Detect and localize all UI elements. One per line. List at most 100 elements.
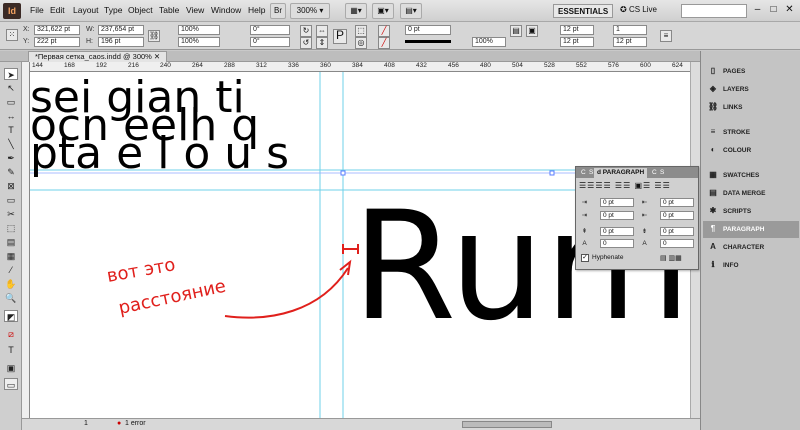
gap-tool-icon[interactable]: ↔ — [4, 110, 18, 122]
screen-mode-icon[interactable]: ▣▾ — [372, 3, 394, 19]
column-width-field[interactable]: 12 pt — [560, 25, 594, 35]
menu-table[interactable]: Table — [159, 5, 179, 15]
hand-tool-icon[interactable]: ✋ — [4, 278, 18, 290]
rectangle-tool-icon[interactable]: ▭ — [4, 194, 18, 206]
fill-swatch-icon[interactable]: ╱ — [378, 25, 390, 37]
close-icon[interactable]: ✕ — [782, 3, 797, 17]
apply-none-icon[interactable]: ⧄ — [4, 328, 18, 340]
menu-layout[interactable]: Layout — [73, 5, 99, 15]
columns-field[interactable]: 1 — [613, 25, 647, 35]
gutter-field[interactable]: 12 pt — [560, 37, 594, 47]
menu-view[interactable]: View — [186, 5, 204, 15]
menu-type[interactable]: Type — [104, 5, 122, 15]
fill-stroke-icon[interactable]: ◩ — [4, 310, 18, 322]
scale-y-field[interactable]: 100% — [178, 37, 220, 47]
cs-live-button[interactable]: ✪ CS Live — [620, 5, 657, 14]
pencil-tool-icon[interactable]: ✎ — [4, 166, 18, 178]
eyedropper-tool-icon[interactable]: ⁄ — [4, 264, 18, 276]
transform-tool-icon[interactable]: ⬚ — [4, 222, 18, 234]
drop-cap-chars-field[interactable]: 0 — [660, 239, 694, 248]
selection-tool-icon[interactable]: ➤ — [4, 68, 18, 80]
drop-cap-lines-field[interactable]: 0 — [600, 239, 634, 248]
last-line-indent-field[interactable]: 0 pt — [660, 211, 694, 220]
w-field[interactable]: 237,654 pt — [98, 25, 144, 35]
arrange-docs-icon[interactable]: ▤▾ — [400, 3, 422, 19]
horizontal-ruler: 144 168 192 216 240 264 288 312 336 360 … — [30, 62, 700, 72]
minimize-icon[interactable]: – — [750, 3, 765, 17]
workspace-switcher[interactable]: ESSENTIALS ▾ — [553, 4, 613, 30]
dock-scripts[interactable]: ✱ SCRIPTS — [703, 203, 799, 220]
direct-selection-tool-icon[interactable]: ↖ — [4, 82, 18, 94]
zoom-select[interactable]: 300% ▾ — [290, 3, 330, 19]
stroke-weight-field[interactable]: 0 pt — [405, 25, 451, 35]
dock-pages[interactable]: ▯ PAGES — [703, 63, 799, 80]
gradient-tool-icon[interactable]: ▤ — [4, 236, 18, 248]
rotate-field[interactable]: 0° — [250, 25, 290, 35]
zoom-tool-icon[interactable]: 🔍 — [4, 292, 18, 304]
select-container-icon[interactable]: ⬚ — [355, 25, 367, 37]
alignment-buttons[interactable]: ☰☰☰☰ ☰☰ ▣☰ ☰☰ — [579, 181, 671, 190]
panel-menu-icon[interactable]: ≡ — [660, 30, 672, 42]
rotate-ccw-icon[interactable]: ↺ — [300, 37, 312, 49]
constrain-proportions-icon[interactable]: ⛓ — [148, 30, 160, 42]
shear-field[interactable]: 0° — [250, 37, 290, 47]
dock-links[interactable]: ⛓ LINKS — [703, 99, 799, 116]
formatting-affects-icon[interactable]: T — [4, 344, 18, 356]
dock-character[interactable]: A CHARACTER — [703, 239, 799, 256]
space-before-field[interactable]: 0 pt — [600, 227, 634, 236]
space-after-field[interactable]: 0 pt — [660, 227, 694, 236]
hyphenate-checkbox[interactable]: ✓ — [581, 254, 589, 262]
reference-point-icon[interactable]: ⁙ — [6, 29, 18, 41]
text-wrap-box-icon[interactable]: ▣ — [526, 25, 538, 37]
pen-tool-icon[interactable]: ✒ — [4, 152, 18, 164]
stroke-type-line[interactable] — [405, 40, 451, 43]
page-number[interactable]: 1 — [84, 420, 88, 427]
select-content-icon[interactable]: ◎ — [355, 37, 367, 49]
scale-x-field[interactable]: 100% — [178, 25, 220, 35]
text-wrap-icon[interactable]: ▤ — [510, 25, 522, 37]
right-indent-field[interactable]: 0 pt — [660, 198, 694, 207]
scroll-thumb[interactable] — [462, 421, 552, 428]
dock-layers[interactable]: ◈ LAYERS — [703, 81, 799, 98]
menu-window[interactable]: Window — [211, 5, 241, 15]
view-options-icon[interactable]: ▦▾ — [345, 3, 367, 19]
bridge-icon[interactable]: Br — [270, 3, 286, 19]
document-tab[interactable]: *Первая сетка_caos.indd @ 300% ✕ — [28, 51, 168, 62]
first-line-indent-field[interactable]: 0 pt — [600, 211, 634, 220]
screen-mode-icon[interactable]: ▭ — [4, 378, 18, 390]
flip-vertical-icon[interactable]: ⇕ — [316, 37, 328, 49]
menu-edit[interactable]: Edit — [50, 5, 65, 15]
dock-swatches[interactable]: ▦ SWATCHES — [703, 167, 799, 184]
dock-paragraph[interactable]: ¶ PARAGRAPH — [703, 221, 799, 238]
menu-help[interactable]: Help — [248, 5, 265, 15]
preflight-status[interactable]: 1 error — [125, 420, 146, 427]
panel-tab[interactable]: S — [657, 168, 667, 178]
opacity-field[interactable]: 100% — [472, 37, 506, 47]
stroke-swatch-icon[interactable]: ╱ — [378, 37, 390, 49]
dock-info[interactable]: ℹ INFO — [703, 257, 799, 274]
line-tool-icon[interactable]: ╲ — [4, 138, 18, 150]
rotate-cw-icon[interactable]: ↻ — [300, 25, 312, 37]
horizontal-scrollbar[interactable]: 1 ● 1 error — [22, 418, 700, 430]
gutter2-field[interactable]: 12 pt — [613, 37, 647, 47]
page-tool-icon[interactable]: ▭ — [4, 96, 18, 108]
maximize-icon[interactable]: □ — [766, 3, 781, 17]
menu-object[interactable]: Object — [128, 5, 153, 15]
dock-stroke[interactable]: ≡ STROKE — [703, 124, 799, 141]
frame-tool-icon[interactable]: ⊠ — [4, 180, 18, 192]
type-tool-icon[interactable]: T — [4, 124, 18, 136]
note-tool-icon[interactable]: ▦ — [4, 250, 18, 262]
x-field[interactable]: 321,622 pt — [34, 25, 80, 35]
normal-mode-icon[interactable]: ▣ — [4, 362, 18, 374]
y-field[interactable]: 222 pt — [34, 37, 80, 47]
flip-horizontal-icon[interactable]: ⇔ — [316, 25, 328, 37]
search-input[interactable] — [681, 4, 747, 18]
h-field[interactable]: 196 pt — [98, 37, 144, 47]
scissors-tool-icon[interactable]: ✂ — [4, 208, 18, 220]
grid-align-buttons[interactable]: ▤ ▥▦ — [660, 254, 682, 262]
left-indent-field[interactable]: 0 pt — [600, 198, 634, 207]
dock-data-merge[interactable]: ▤ DATA MERGE — [703, 185, 799, 202]
menu-file[interactable]: File — [30, 5, 44, 15]
panel-tab-paragraph[interactable]: d PARAGRAPH — [594, 168, 648, 178]
dock-colour[interactable]: ◐ COLOUR — [703, 142, 799, 159]
